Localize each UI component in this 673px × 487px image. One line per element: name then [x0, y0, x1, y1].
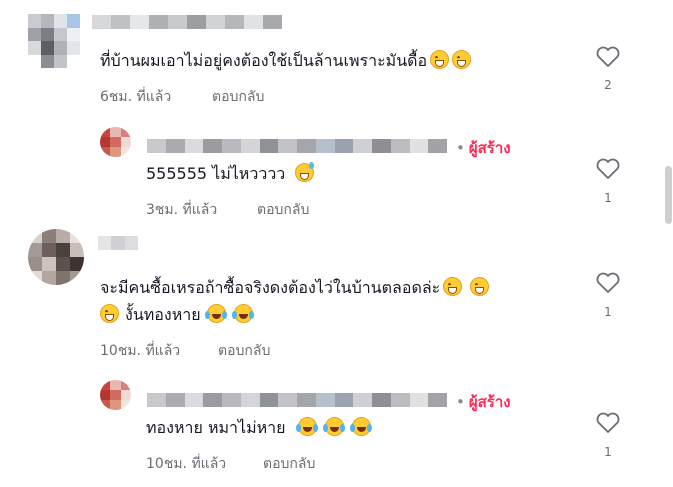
comment-text-line2: งั้นทองหาย — [100, 303, 253, 328]
like-count: 2 — [604, 78, 612, 92]
comment-text: 555555 ไม่ไหวววว — [146, 162, 315, 187]
like-count: 1 — [604, 445, 612, 459]
like-count: 1 — [604, 305, 612, 319]
comment-timestamp: 6ชม. ที่แล้ว — [100, 89, 172, 105]
reply-button[interactable]: ตอบกลับ — [212, 86, 264, 108]
avatar[interactable] — [100, 127, 131, 157]
username-blurred[interactable] — [98, 236, 138, 250]
heart-outline-icon[interactable] — [595, 157, 621, 181]
grinning-face-icon — [443, 277, 463, 296]
avatar[interactable] — [100, 380, 131, 410]
creator-badge: • ผู้สร้าง — [456, 139, 511, 157]
comment-text: จะมีคนซื้อเหรอถ้าซื้อจริงดงต้องไว่ในบ้าน… — [100, 276, 490, 301]
reply-button[interactable]: ตอบกลับ — [218, 340, 270, 362]
username-blurred[interactable] — [147, 139, 447, 153]
reply-button[interactable]: ตอบกลับ — [263, 453, 315, 475]
avatar[interactable] — [28, 229, 84, 285]
grinning-face-icon — [100, 304, 119, 323]
tears-of-joy-icon — [295, 417, 317, 436]
grinning-face-icon — [452, 50, 472, 69]
grinning-face-icon — [430, 50, 450, 69]
scrollbar-thumb[interactable] — [665, 166, 672, 224]
heart-outline-icon[interactable] — [595, 45, 621, 69]
tears-of-joy-icon — [349, 417, 371, 436]
grinning-face-icon — [470, 277, 490, 296]
comment-text: ที่บ้านผมเอาไม่อยู่คงต้องใช้เป็นล้านเพรา… — [100, 49, 472, 74]
comment-timestamp: 3ชม. ที่แล้ว — [146, 202, 218, 218]
username-blurred[interactable] — [92, 15, 282, 29]
grinning-face-with-sweat-icon — [295, 162, 315, 182]
comment-timestamp: 10ชม. ที่แล้ว — [100, 343, 181, 359]
comment-timestamp: 10ชม. ที่แล้ว — [146, 456, 227, 472]
heart-outline-icon[interactable] — [595, 271, 621, 295]
like-count: 1 — [604, 191, 612, 205]
username-blurred[interactable] — [147, 393, 447, 407]
tears-of-joy-icon — [204, 304, 226, 323]
comment-text: ทองหาย หมาไม่หาย — [146, 416, 371, 441]
tears-of-joy-icon — [322, 417, 344, 436]
heart-outline-icon[interactable] — [595, 411, 621, 435]
tears-of-joy-icon — [231, 304, 253, 323]
avatar[interactable] — [28, 14, 80, 68]
reply-button[interactable]: ตอบกลับ — [257, 199, 309, 221]
creator-badge: • ผู้สร้าง — [456, 393, 511, 411]
